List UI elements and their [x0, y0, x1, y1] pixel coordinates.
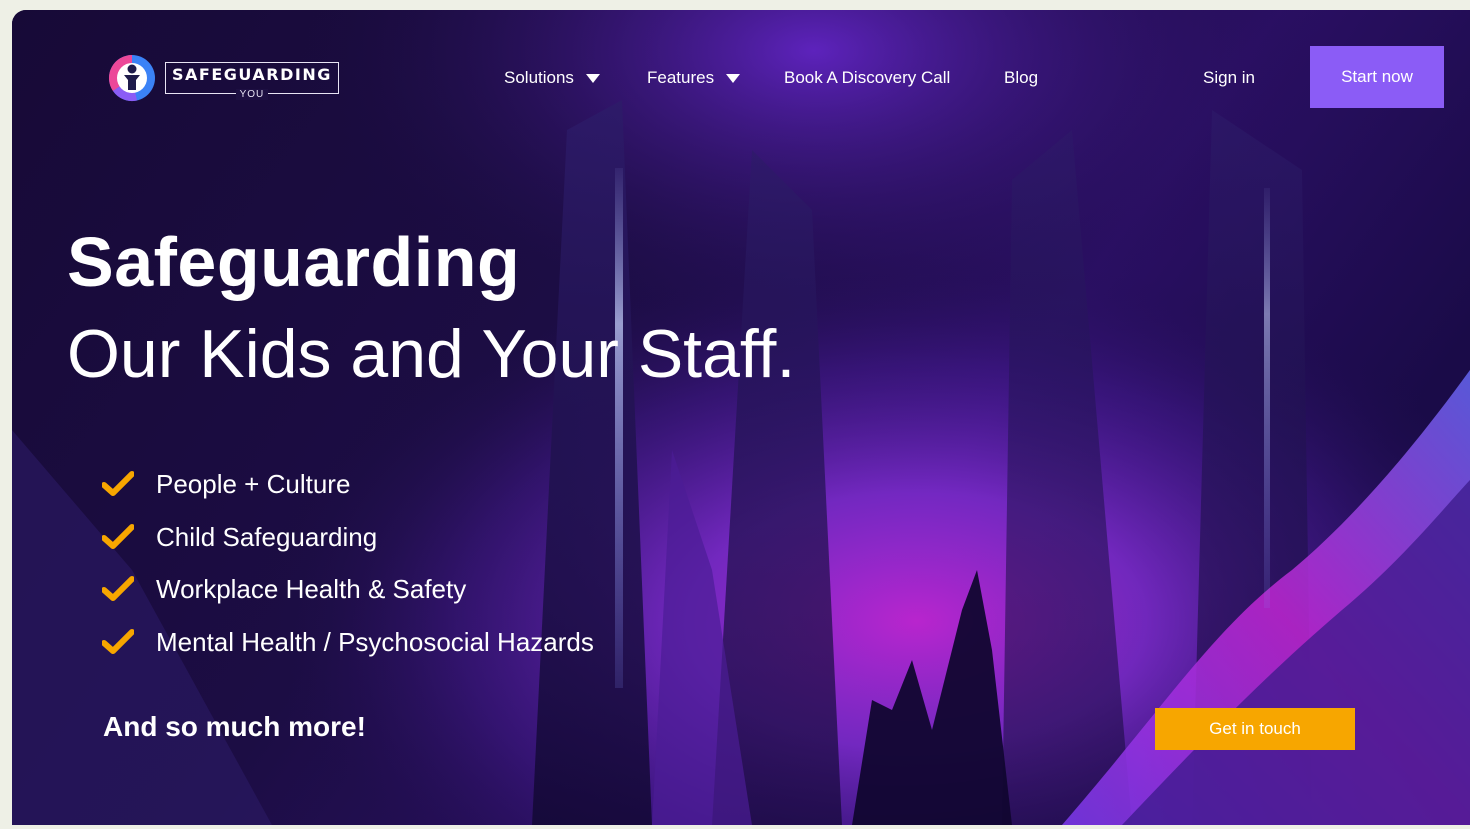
list-item: Child Safeguarding	[102, 511, 594, 564]
hero-subtitle: Our Kids and Your Staff.	[67, 316, 796, 392]
get-in-touch-button[interactable]: Get in touch	[1155, 708, 1355, 750]
list-item: Workplace Health & Safety	[102, 563, 594, 616]
brand-logo[interactable]: SAFEGUARDING YOU	[107, 53, 339, 103]
feature-label: Workplace Health & Safety	[156, 574, 467, 605]
feature-label: Child Safeguarding	[156, 521, 378, 552]
nav-solutions[interactable]: Solutions	[504, 66, 600, 90]
check-icon	[102, 471, 134, 497]
brand-wordmark: SAFEGUARDING YOU	[165, 62, 339, 100]
feature-list: People + Culture Child Safeguarding Work…	[102, 458, 594, 668]
nav-blog[interactable]: Blog	[1004, 66, 1038, 90]
check-icon	[102, 523, 134, 549]
feature-label: Mental Health / Psychosocial Hazards	[156, 626, 594, 657]
nav-blog-label: Blog	[1004, 68, 1039, 87]
brand-name: SAFEGUARDING	[172, 65, 332, 84]
sign-in-label: Sign in	[1203, 68, 1255, 87]
brand-sub: YOU	[235, 89, 269, 100]
start-now-button[interactable]: Start now	[1310, 46, 1444, 108]
and-so-much-more-text: And so much more!	[103, 711, 366, 742]
hero-section: SAFEGUARDING YOU Solutions Features Book…	[12, 10, 1470, 825]
nav-book-discovery-call[interactable]: Book A Discovery Call	[784, 66, 950, 90]
check-icon	[102, 628, 134, 654]
list-item: People + Culture	[102, 458, 594, 511]
feature-label: People + Culture	[156, 469, 351, 500]
list-item: Mental Health / Psychosocial Hazards	[102, 616, 594, 669]
person-in-circle-logo-icon	[108, 54, 155, 102]
caret-down-icon	[585, 73, 600, 83]
hero-title: Safeguarding	[67, 223, 521, 301]
caret-down-icon	[726, 73, 741, 83]
nav-features[interactable]: Features	[647, 66, 741, 90]
background-artwork	[12, 10, 1470, 825]
check-icon	[102, 576, 134, 602]
nav-solutions-label: Solutions	[504, 68, 574, 87]
nav-book-label: Book A Discovery Call	[784, 68, 951, 87]
sign-in-link[interactable]: Sign in	[1203, 66, 1255, 90]
nav-features-label: Features	[647, 68, 715, 87]
